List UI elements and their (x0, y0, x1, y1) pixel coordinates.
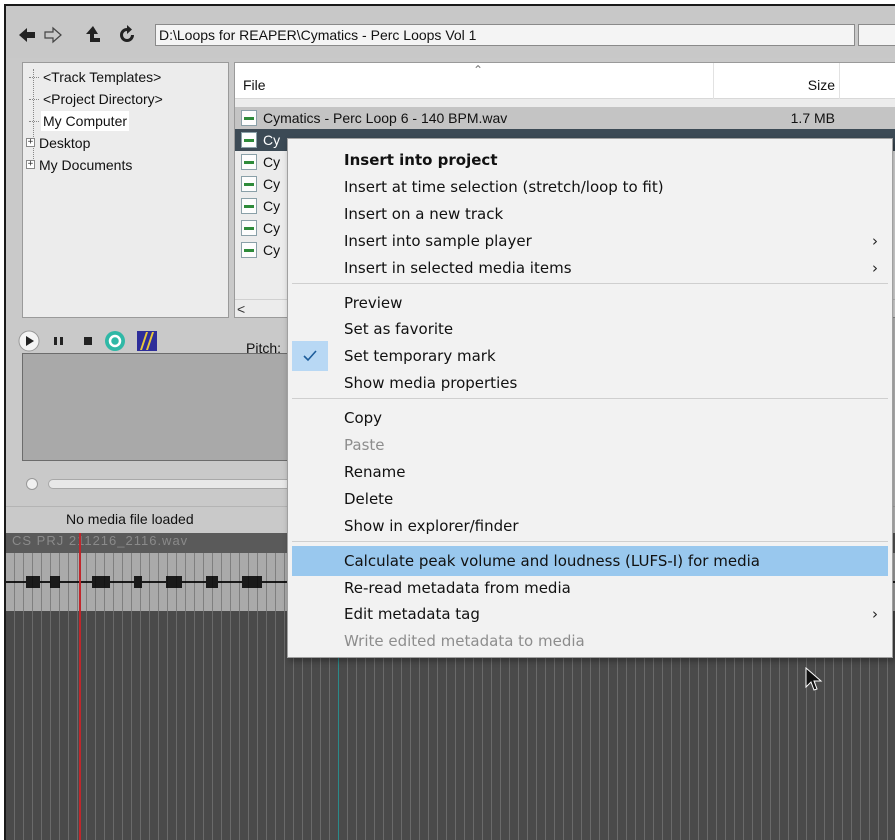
tempo-sync-icon[interactable] (136, 330, 158, 352)
submenu-arrow-icon: › (872, 605, 878, 624)
menu-item-insert-into-sample-player[interactable]: Insert into sample player › (292, 226, 888, 256)
file-name: Cy (263, 242, 281, 258)
menu-item-label: Insert at time selection (stretch/loop t… (344, 177, 664, 196)
submenu-arrow-icon: › (872, 258, 878, 277)
context-menu[interactable]: Insert into project Insert at time selec… (287, 138, 893, 659)
expand-icon[interactable]: + (26, 160, 35, 169)
menu-separator (292, 398, 888, 400)
menu-item-show-in-explorer[interactable]: Show in explorer/finder (292, 511, 888, 541)
tree-branch (29, 99, 39, 100)
pause-button[interactable] (48, 330, 70, 352)
forward-arrow-icon[interactable] (42, 24, 64, 46)
wav-file-icon (241, 154, 257, 170)
file-name: Cy (263, 220, 281, 236)
wav-file-icon (241, 176, 257, 192)
path-input[interactable]: D:\Loops for REAPER\Cymatics - Perc Loop… (155, 24, 855, 46)
column-header-size[interactable]: Size (787, 77, 835, 93)
menu-item-label: Insert in selected media items (344, 258, 572, 277)
menu-item-label: Insert into project (344, 151, 498, 169)
menu-item-label: Show in explorer/finder (344, 516, 519, 535)
tree-item-label: <Project Directory> (43, 91, 163, 107)
menu-item-calculate-peak-loudness[interactable]: Calculate peak volume and loudness (LUFS… (292, 545, 888, 576)
tree-item-label: My Computer (41, 111, 130, 131)
checkmark-icon (292, 341, 328, 372)
menu-item-label: Preview (344, 293, 403, 312)
menu-item-delete[interactable]: Delete (292, 484, 888, 514)
menu-item-preview[interactable]: Preview (292, 288, 888, 318)
file-row[interactable]: Cymatics - Perc Loop 6 - 140 BPM.wav 1.7… (235, 107, 895, 129)
menu-item-show-media-properties[interactable]: Show media properties (292, 368, 888, 398)
column-header-file[interactable]: File (243, 77, 266, 93)
file-name: Cy (263, 176, 281, 192)
stop-button[interactable] (78, 330, 100, 352)
tree-branch (29, 77, 39, 78)
tree-item-label: Desktop (39, 135, 91, 151)
menu-item-paste: Paste (292, 430, 888, 460)
wav-file-icon (241, 220, 257, 236)
file-name: Cy (263, 132, 281, 148)
menu-separator (292, 540, 888, 542)
list-header: ⌃ File Size (235, 63, 895, 99)
mouse-pointer-icon (805, 666, 823, 698)
toolbar: D:\Loops for REAPER\Cymatics - Perc Loop… (6, 6, 895, 58)
menu-item-label: Insert into sample player (344, 231, 532, 250)
menu-item-label: Calculate peak volume and loudness (LUFS… (344, 551, 760, 570)
loop-icon[interactable] (104, 330, 126, 352)
menu-item-set-as-favorite[interactable]: Set as favorite (292, 314, 888, 344)
menu-item-label: Set as favorite (344, 320, 454, 339)
menu-item-label: Set temporary mark (344, 347, 496, 366)
menu-item-set-temporary-mark[interactable]: Set temporary mark (292, 341, 888, 372)
menu-item-edit-metadata-tag[interactable]: Edit metadata tag › (292, 599, 888, 629)
wav-file-icon (241, 242, 257, 258)
column-divider[interactable] (713, 63, 714, 99)
menu-item-label: Rename (344, 462, 406, 481)
menu-item-label: Edit metadata tag (344, 605, 480, 624)
tree-connector (33, 69, 34, 165)
scroll-left-button[interactable]: < (237, 301, 245, 317)
preview-scrollbar[interactable] (22, 476, 322, 490)
back-arrow-icon[interactable] (16, 24, 38, 46)
folder-tree[interactable]: <Track Templates> <Project Directory> My… (22, 62, 229, 318)
tree-branch (29, 121, 39, 122)
path-dropdown[interactable] (858, 24, 895, 46)
menu-item-label: Insert on a new track (344, 204, 504, 223)
wav-file-icon (241, 132, 257, 148)
file-name: Cy (263, 198, 281, 214)
menu-item-insert-into-project[interactable]: Insert into project (292, 145, 888, 175)
menu-separator (292, 282, 888, 284)
media-item-name: CS PRJ 211216_2116.wav (12, 533, 189, 548)
menu-item-rename[interactable]: Rename (292, 457, 888, 487)
menu-item-label: Write edited metadata to media (344, 632, 585, 651)
file-name: Cy (263, 154, 281, 170)
tree-item-label: My Documents (39, 157, 133, 173)
submenu-arrow-icon: › (872, 231, 878, 250)
wav-file-icon (241, 110, 257, 126)
menu-item-write-edited-metadata: Write edited metadata to media (292, 626, 888, 656)
menu-item-insert-on-new-track[interactable]: Insert on a new track (292, 199, 888, 229)
scroll-start-button[interactable] (26, 478, 38, 490)
menu-item-label: Delete (344, 489, 394, 508)
menu-item-copy[interactable]: Copy (292, 403, 888, 433)
menu-item-label: Copy (344, 409, 383, 428)
menu-item-insert-in-selected-media-items[interactable]: Insert in selected media items › (292, 253, 888, 283)
waveform-preview[interactable] (22, 353, 322, 461)
menu-item-insert-at-time-selection[interactable]: Insert at time selection (stretch/loop t… (292, 172, 888, 202)
playhead[interactable] (79, 533, 81, 840)
play-button[interactable] (18, 330, 40, 352)
scroll-thumb[interactable] (48, 479, 308, 489)
menu-item-label: Re-read metadata from media (344, 578, 571, 597)
wav-file-icon (241, 198, 257, 214)
menu-item-label: Paste (344, 436, 385, 454)
menu-item-label: Show media properties (344, 374, 518, 393)
column-divider[interactable] (839, 63, 840, 99)
tree-item-label: <Track Templates> (43, 69, 162, 85)
file-name: Cymatics - Perc Loop 6 - 140 BPM.wav (263, 110, 508, 126)
up-folder-icon[interactable] (82, 24, 104, 46)
file-size: 1.7 MB (790, 110, 835, 126)
status-text: No media file loaded (66, 511, 194, 527)
refresh-icon[interactable] (116, 24, 138, 46)
sort-ascending-icon: ⌃ (473, 63, 484, 77)
menu-item-reread-metadata[interactable]: Re-read metadata from media (292, 573, 888, 603)
expand-icon[interactable]: + (26, 138, 35, 147)
